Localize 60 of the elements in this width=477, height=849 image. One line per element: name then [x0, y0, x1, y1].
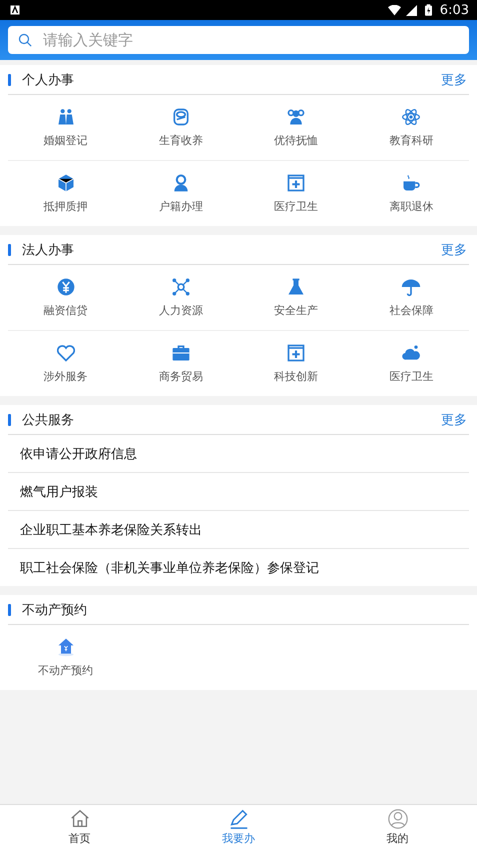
battery-icon [424, 4, 432, 16]
service-tile[interactable]: 人力资源 [154, 265, 207, 330]
network-icon [170, 277, 191, 297]
yen-coin-icon [56, 277, 76, 297]
service-list-item[interactable]: 职工社会保险（非机关事业单位养老保险）参保登记 [8, 549, 469, 586]
wifi-icon [388, 4, 401, 16]
box-icon [56, 173, 76, 193]
people-icon [56, 107, 76, 127]
section-title: 不动产预约 [22, 602, 87, 618]
nav-tab[interactable]: 我要办 [159, 805, 318, 849]
medical-cross-icon [286, 343, 306, 363]
service-tile[interactable]: 科技创新 [270, 331, 322, 396]
search-field[interactable]: 请输入关键字 [8, 26, 469, 54]
briefcase-icon [170, 343, 191, 363]
service-tile[interactable]: 离职退休 [385, 161, 438, 226]
flask-icon [286, 277, 306, 297]
house-icon [56, 637, 76, 657]
service-tile[interactable]: 生育收养 [154, 95, 207, 160]
nav-tab[interactable]: 我的 [318, 805, 477, 849]
section-marker [8, 244, 11, 256]
more-link[interactable]: 更多 [441, 410, 467, 428]
section-marker [8, 74, 11, 86]
service-tile[interactable]: 医疗卫生 [270, 161, 322, 226]
roll-icon [170, 107, 191, 127]
section-title: 公共服务 [22, 412, 74, 428]
cup-icon [401, 173, 422, 193]
atom-icon [401, 107, 422, 127]
service-tile[interactable]: 婚姻登记 [40, 95, 92, 160]
medical-cross-icon [286, 173, 306, 193]
service-tile[interactable]: 融资信贷 [40, 265, 92, 330]
user-icon [386, 808, 408, 830]
group-icon [286, 107, 306, 127]
service-tile[interactable]: 社会保障 [385, 265, 438, 330]
service-tile[interactable]: 商务贸易 [154, 331, 207, 396]
service-tile[interactable]: 涉外服务 [40, 331, 92, 396]
service-list-item[interactable]: 依申请公开政府信息 [8, 435, 469, 473]
search-icon [18, 33, 33, 48]
service-tile[interactable]: 安全生产 [270, 265, 322, 330]
nav-tab[interactable]: 首页 [0, 805, 159, 849]
service-tile[interactable]: 教育科研 [385, 95, 438, 160]
heart-icon [56, 343, 76, 363]
service-tile[interactable]: 不动产预约 [34, 625, 98, 690]
signal-icon [404, 4, 418, 16]
more-link[interactable]: 更多 [441, 240, 467, 258]
section-title: 个人办事 [22, 72, 74, 88]
more-link[interactable]: 更多 [441, 70, 467, 88]
service-tile[interactable]: 医疗卫生 [385, 331, 438, 396]
clock-text: 6:03 [440, 2, 469, 18]
home-icon [68, 808, 90, 830]
section-marker [8, 414, 11, 426]
service-list-item[interactable]: 燃气用户报装 [8, 473, 469, 511]
umbrella-icon [401, 277, 422, 297]
section-title: 法人办事 [22, 242, 74, 258]
service-tile[interactable]: 抵押质押 [40, 161, 92, 226]
service-tile[interactable]: 优待抚恤 [270, 95, 322, 160]
notification-icon [10, 5, 20, 15]
pencil-icon [228, 808, 250, 830]
service-list-item[interactable]: 企业职工基本养老保险关系转出 [8, 511, 469, 549]
section-marker [8, 604, 11, 616]
service-tile[interactable]: 户籍办理 [154, 161, 207, 226]
